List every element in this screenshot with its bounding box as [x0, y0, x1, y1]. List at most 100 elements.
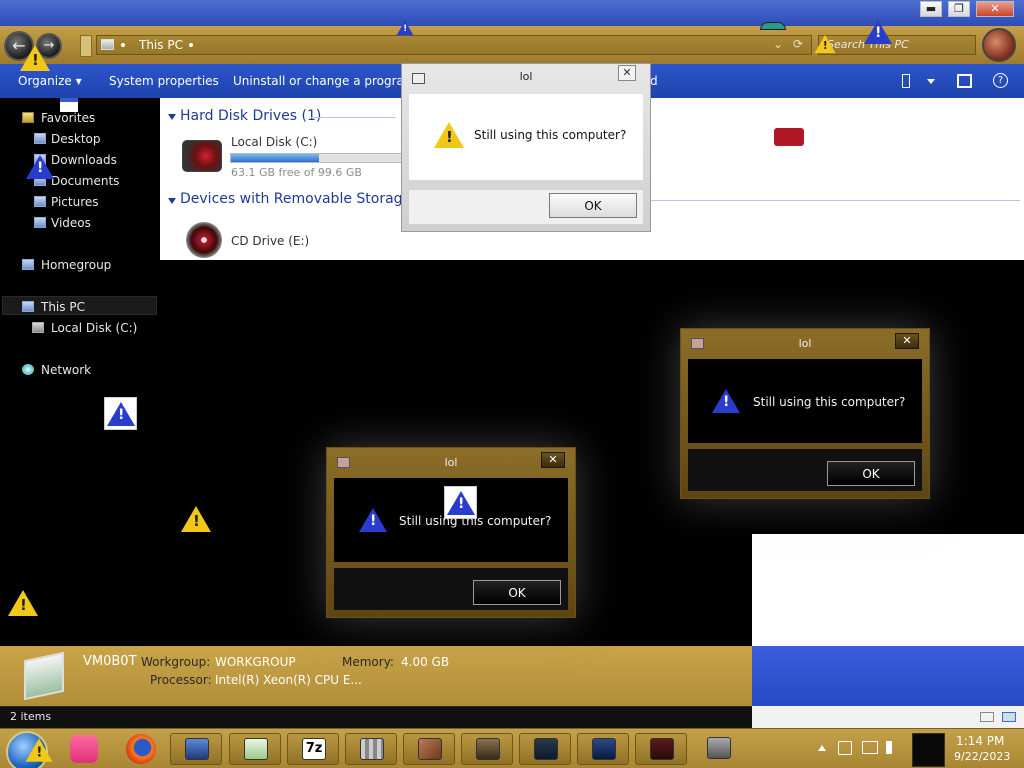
warning-icon [434, 122, 464, 148]
action-center-icon[interactable] [838, 741, 852, 755]
address-dropdown-icon[interactable]: ⌄ [773, 37, 783, 51]
dialog-footer: OK [334, 568, 568, 610]
ok-button[interactable]: OK [549, 193, 637, 218]
memory-label: Memory: [342, 655, 394, 669]
breadcrumb-arrow-icon[interactable] [189, 43, 193, 47]
warning-icon [181, 506, 211, 532]
drive-name-cd-drive[interactable]: CD Drive (E:) [231, 234, 309, 248]
message-dialog[interactable]: lol ✕ Still using this computer? OK [680, 328, 930, 499]
taskbar-disk-defrag[interactable] [345, 733, 397, 765]
screen-artifact-status [752, 706, 1024, 728]
view-options-icon[interactable] [902, 74, 910, 88]
system-properties-button[interactable]: System properties [109, 74, 219, 88]
sidebar-item-videos[interactable]: Videos [51, 216, 91, 230]
this-pc-icon [22, 301, 34, 312]
message-dialog[interactable]: lol ✕ Still using this computer? OK [401, 63, 651, 232]
warning-icon [396, 20, 414, 36]
hard-drive-icon[interactable] [182, 140, 222, 172]
help-icon[interactable]: ? [993, 73, 1008, 88]
taskbar-text-editor[interactable] [577, 733, 629, 765]
dialog-close-button[interactable]: ✕ [541, 452, 565, 468]
sidebar-item-desktop[interactable]: Desktop [51, 132, 101, 146]
clock-time[interactable]: 1:14 PM [956, 734, 1004, 748]
sidebar-item-local-disk[interactable]: Local Disk (C:) [51, 321, 137, 335]
taskbar: 7z [0, 728, 1024, 768]
drive-name-local-disk[interactable]: Local Disk (C:) [231, 135, 317, 149]
dialog-body: Still using this computer? [688, 359, 922, 443]
chat-app-icon[interactable] [70, 735, 98, 763]
pictures-icon [34, 196, 46, 207]
show-hidden-icons-icon[interactable] [818, 745, 826, 751]
ok-button[interactable]: OK [473, 580, 561, 605]
taskbar-file-explorer[interactable] [170, 733, 222, 765]
homegroup-icon [22, 259, 34, 270]
details-view-icon[interactable] [980, 712, 994, 722]
sidebar-item-favorites[interactable]: Favorites [41, 111, 95, 125]
clock-date[interactable]: 9/22/2023 [954, 750, 1010, 763]
taskbar-media-player[interactable] [635, 733, 687, 765]
workgroup-value: WORKGROUP [215, 655, 296, 669]
ok-button[interactable]: OK [827, 461, 915, 486]
group-header-removable-storage[interactable]: Devices with Removable Storage (1) [180, 191, 435, 207]
network-tray-icon[interactable] [862, 741, 878, 754]
address-bar[interactable]: This PC ⌄ ⟳ [96, 35, 812, 55]
taskbar-system-info[interactable] [693, 733, 745, 765]
group-header-hard-disk-drives[interactable]: Hard Disk Drives (1) [180, 108, 321, 124]
show-desktop-button[interactable] [912, 733, 945, 767]
sidebar-item-pictures[interactable]: Pictures [51, 195, 99, 209]
toolbar-cutoff-label[interactable]: d [650, 74, 658, 88]
warning-box [444, 486, 477, 519]
dialog-close-button[interactable]: ✕ [618, 65, 636, 81]
taskbar-book-reader[interactable] [403, 733, 455, 765]
taskbar-task-manager[interactable] [519, 733, 571, 765]
maximize-button[interactable]: ❐ [948, 1, 970, 17]
uninstall-program-button[interactable]: Uninstall or change a program [233, 74, 416, 88]
collapse-triangle-icon[interactable] [168, 198, 176, 204]
taskbar-calculator[interactable] [461, 733, 513, 765]
book-icon [418, 738, 442, 760]
warning-icon [359, 508, 387, 532]
group-divider [310, 117, 396, 118]
breadcrumb-separator-icon [121, 43, 125, 47]
search-orb-icon[interactable] [982, 28, 1016, 62]
taskbar-7zip[interactable]: 7z [287, 733, 339, 765]
dialog-body: Still using this computer? [409, 94, 643, 180]
tiles-view-icon[interactable] [1002, 712, 1016, 722]
organize-menu[interactable]: Organize ▾ [18, 74, 82, 88]
collapse-triangle-icon[interactable] [168, 114, 176, 120]
volume-icon[interactable] [886, 741, 898, 754]
shield-cursor-icon [774, 128, 804, 146]
sidebar-item-documents[interactable]: Documents [51, 174, 119, 188]
sidebar-item-homegroup[interactable]: Homegroup [41, 258, 111, 272]
videos-icon [34, 217, 46, 228]
sidebar-item-downloads[interactable]: Downloads [51, 153, 117, 167]
preview-pane-icon[interactable] [957, 74, 972, 88]
desktop-icon [34, 133, 46, 144]
dialog-footer: OK [409, 190, 643, 224]
star-icon [22, 112, 34, 123]
window-fragment-icon [760, 22, 786, 30]
warning-box [104, 397, 137, 430]
cd-drive-icon[interactable] [186, 222, 222, 258]
view-dropdown-icon[interactable] [927, 79, 935, 84]
sidebar-item-this-pc[interactable]: This PC [41, 300, 85, 314]
system-info-icon [707, 737, 731, 759]
close-button[interactable]: ✕ [976, 1, 1014, 17]
network-icon [22, 364, 34, 375]
screen-artifact-white [752, 534, 1024, 646]
firefox-icon[interactable] [126, 734, 156, 764]
sidebar-item-network[interactable]: Network [41, 363, 91, 377]
notepad-icon [244, 738, 268, 760]
file-explorer-icon [185, 738, 209, 760]
search-box[interactable] [818, 35, 976, 55]
defrag-icon [360, 738, 384, 760]
warning-icon [814, 34, 836, 54]
recent-locations-icon[interactable] [80, 35, 92, 57]
minimize-button[interactable]: ▬ [920, 1, 942, 17]
dialog-title: lol [444, 456, 458, 469]
dialog-close-button[interactable]: ✕ [895, 333, 919, 349]
refresh-icon[interactable]: ⟳ [793, 37, 803, 51]
breadcrumb-this-pc[interactable]: This PC [139, 38, 183, 52]
message-dialog[interactable]: lol ✕ Still using this computer? OK [326, 447, 576, 618]
taskbar-notepad[interactable] [229, 733, 281, 765]
